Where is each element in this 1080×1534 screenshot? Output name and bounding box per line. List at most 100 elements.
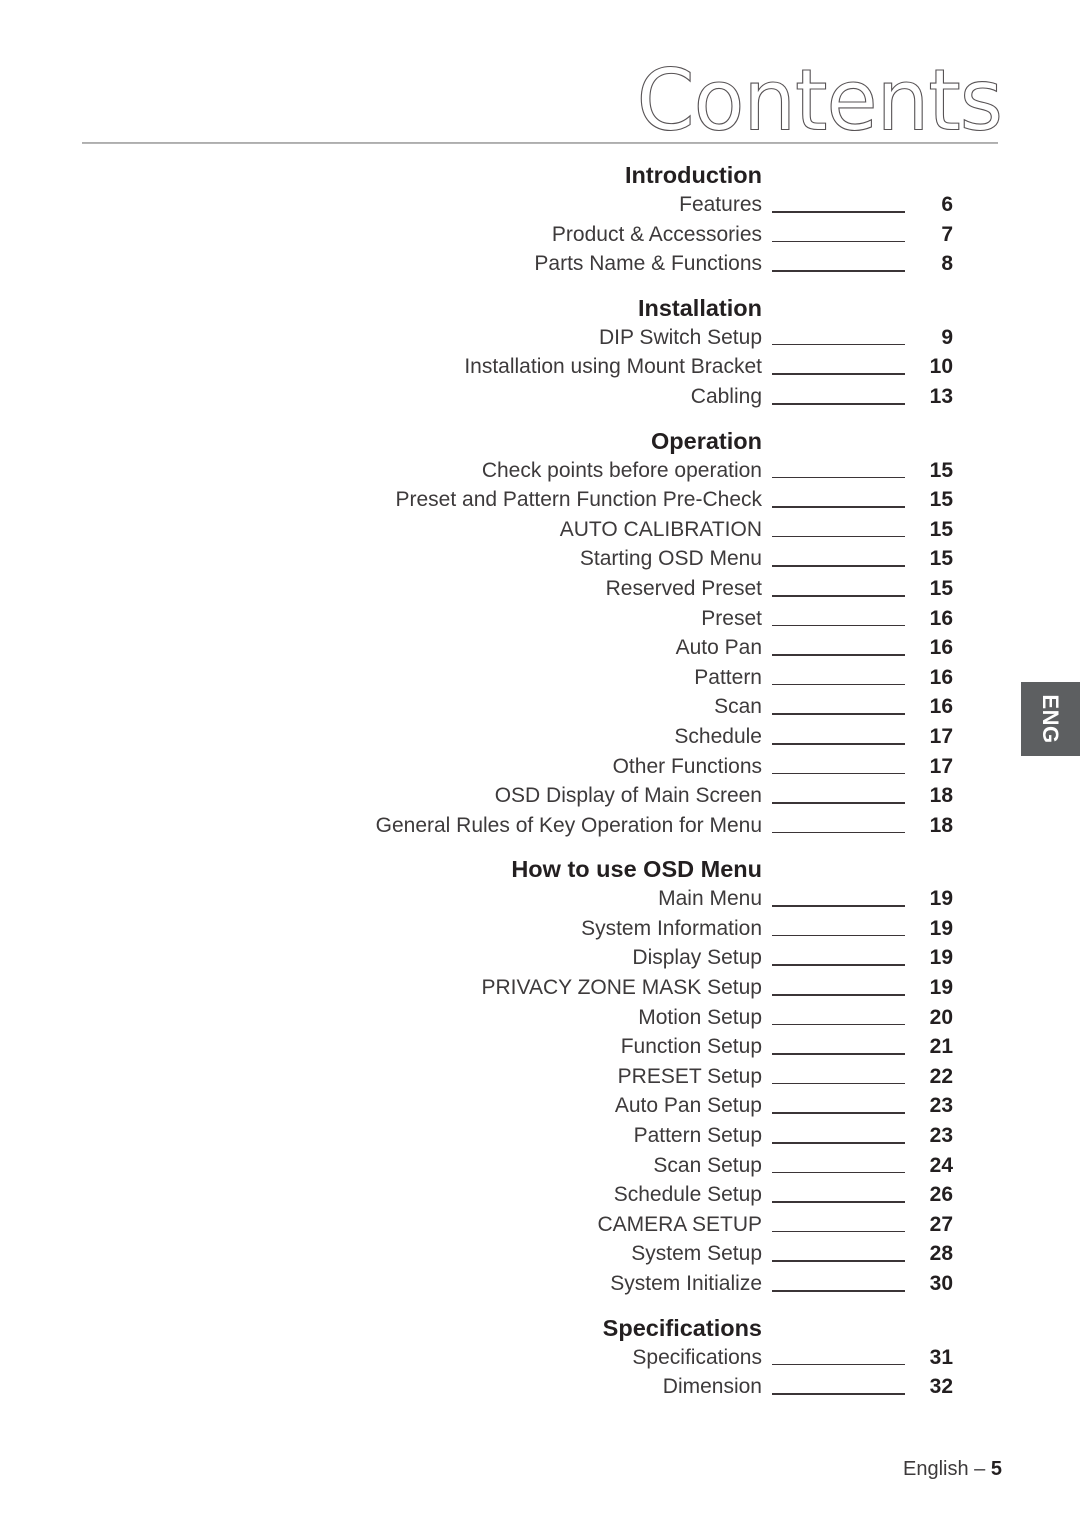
toc-entry-leader-line: [772, 1032, 905, 1062]
toc-entry[interactable]: Check points before operation 15: [0, 456, 1080, 486]
toc-entry-label: Preset: [701, 606, 762, 630]
toc-entry-leader-line: [772, 515, 905, 545]
toc-section: Operation Check points before operation 15…: [0, 426, 1080, 841]
toc-entry[interactable]: PRIVACY ZONE MASK Setup 19: [0, 973, 1080, 1003]
toc-entry[interactable]: Cabling 13: [0, 382, 1080, 412]
toc-entry[interactable]: Scan 16: [0, 692, 1080, 722]
toc-section-title: Installation: [637, 294, 762, 321]
toc-entry-leader-line: [772, 633, 905, 663]
toc-entry[interactable]: Specifications 31: [0, 1343, 1080, 1373]
toc-entry-list: Check points before operation 15 Preset an…: [0, 456, 1080, 841]
toc-entry-leader-line: [772, 352, 905, 382]
toc-entry-list: DIP Switch Setup 9 Installation using Moun…: [0, 323, 1080, 412]
toc-entry-page-number: 15: [929, 576, 953, 600]
toc-entry-page-number: 8: [941, 252, 953, 276]
toc-entry-leader-line: [772, 190, 905, 220]
toc-entry-list: Specifications 31 Dimension 32: [0, 1343, 1080, 1402]
toc-entry[interactable]: System Information 19: [0, 914, 1080, 944]
toc-entry-label: Pattern: [694, 665, 762, 689]
page-header: Contents: [0, 0, 1080, 160]
toc-entry[interactable]: Reserved Preset 15: [0, 574, 1080, 604]
toc-entry[interactable]: Features 6: [0, 190, 1080, 220]
toc-section-title: How to use OSD Menu: [511, 856, 762, 883]
toc-entry[interactable]: Preset 16: [0, 604, 1080, 634]
toc-entry-label: Scan: [714, 695, 762, 719]
toc-entry[interactable]: Schedule 17: [0, 722, 1080, 752]
toc-entry-leader-line: [772, 485, 905, 515]
table-of-contents: Introduction Features 6 Product & Accessori…: [0, 160, 1080, 1402]
toc-entry-label: Cabling: [690, 384, 762, 408]
toc-entry-page-number: 10: [929, 355, 953, 379]
toc-entry-label: Schedule Setup: [613, 1183, 762, 1207]
language-side-tab: ENG: [1021, 682, 1080, 756]
toc-section-title: Operation: [651, 427, 762, 454]
toc-entry[interactable]: System Setup 28: [0, 1239, 1080, 1269]
toc-entry-leader-line: [772, 1062, 905, 1092]
toc-entry-page-number: 6: [941, 193, 953, 216]
toc-entry-page-number: 23: [929, 1124, 953, 1148]
toc-entry-label: Other Functions: [612, 754, 762, 778]
toc-entry-page-number: 30: [929, 1272, 953, 1295]
toc-entry[interactable]: OSD Display of Main Screen 18: [0, 781, 1080, 811]
toc-entry-page-number: 24: [929, 1153, 953, 1177]
toc-entry[interactable]: Parts Name & Functions 8: [0, 249, 1080, 279]
toc-entry-leader-line: [772, 663, 905, 693]
toc-entry-label: System Setup: [631, 1242, 762, 1266]
toc-entry-leader-line: [772, 722, 905, 752]
toc-entry[interactable]: Auto Pan 16: [0, 633, 1080, 663]
toc-entry-leader-line: [772, 1239, 905, 1269]
toc-entry[interactable]: Installation using Mount Bracket 10: [0, 352, 1080, 382]
toc-entry-leader-line: [772, 249, 905, 279]
toc-entry[interactable]: Scan Setup 24: [0, 1151, 1080, 1181]
toc-entry-label: Preset and Pattern Function Pre-Check: [395, 488, 762, 512]
toc-section: Specifications Specifications 31 Dimension 3…: [0, 1313, 1080, 1402]
toc-entry-label: Specifications: [632, 1345, 762, 1369]
toc-section-title: Introduction: [624, 162, 762, 188]
toc-entry[interactable]: Pattern 16: [0, 663, 1080, 693]
toc-entry-leader-line: [772, 914, 905, 944]
toc-entry-page-number: 21: [929, 1035, 953, 1059]
toc-entry[interactable]: System Initialize 30: [0, 1269, 1080, 1299]
toc-entry-label: PRIVACY ZONE MASK Setup: [481, 976, 763, 1000]
toc-entry[interactable]: Pattern Setup 23: [0, 1121, 1080, 1151]
toc-entry-page-number: 19: [929, 916, 953, 940]
toc-entry-label: Scan Setup: [653, 1153, 762, 1177]
toc-entry-page-number: 26: [929, 1183, 953, 1207]
toc-entry[interactable]: Starting OSD Menu 15: [0, 544, 1080, 574]
toc-entry-page-number: 22: [929, 1064, 953, 1088]
toc-entry-leader-line: [772, 604, 905, 634]
toc-entry-page-number: 16: [929, 636, 953, 660]
toc-entry-leader-line: [772, 884, 905, 914]
toc-entry-page-number: 18: [929, 784, 953, 808]
toc-entry[interactable]: PRESET Setup 22: [0, 1062, 1080, 1092]
toc-entry[interactable]: Preset and Pattern Function Pre-Check 15: [0, 485, 1080, 515]
toc-entry[interactable]: AUTO CALIBRATION 15: [0, 515, 1080, 545]
toc-entry[interactable]: Product & Accessories 7: [0, 220, 1080, 250]
toc-entry[interactable]: Motion Setup 20: [0, 1003, 1080, 1033]
toc-entry-leader-line: [772, 752, 905, 782]
toc-entry-page-number: 32: [929, 1375, 953, 1399]
toc-entry-label: Starting OSD Menu: [579, 547, 762, 571]
toc-section: Installation DIP Switch Setup 9 Installatio…: [0, 293, 1080, 412]
toc-entry[interactable]: Function Setup 21: [0, 1032, 1080, 1062]
toc-entry[interactable]: CAMERA SETUP 27: [0, 1210, 1080, 1240]
toc-entry[interactable]: Auto Pan Setup 23: [0, 1091, 1080, 1121]
toc-entry[interactable]: Main Menu 19: [0, 884, 1080, 914]
toc-entry-leader-line: [772, 323, 905, 353]
toc-entry[interactable]: Display Setup 19: [0, 943, 1080, 973]
toc-entry[interactable]: Dimension 32: [0, 1372, 1080, 1402]
toc-entry[interactable]: DIP Switch Setup 9: [0, 323, 1080, 353]
toc-entry-page-number: 27: [929, 1212, 953, 1236]
toc-entry-leader-line: [772, 574, 905, 604]
toc-entry[interactable]: Schedule Setup 26: [0, 1180, 1080, 1210]
toc-entry-label: Dimension: [662, 1375, 762, 1399]
toc-entry-label: Product & Accessories: [551, 222, 762, 246]
toc-entry-page-number: 17: [929, 754, 953, 778]
toc-entry-leader-line: [772, 220, 905, 250]
toc-entry-label: AUTO CALIBRATION: [559, 517, 762, 541]
toc-entry-label: Parts Name & Functions: [534, 252, 762, 276]
toc-entry[interactable]: Other Functions 17: [0, 752, 1080, 782]
toc-entry[interactable]: General Rules of Key Operation for Menu 1…: [0, 811, 1080, 841]
